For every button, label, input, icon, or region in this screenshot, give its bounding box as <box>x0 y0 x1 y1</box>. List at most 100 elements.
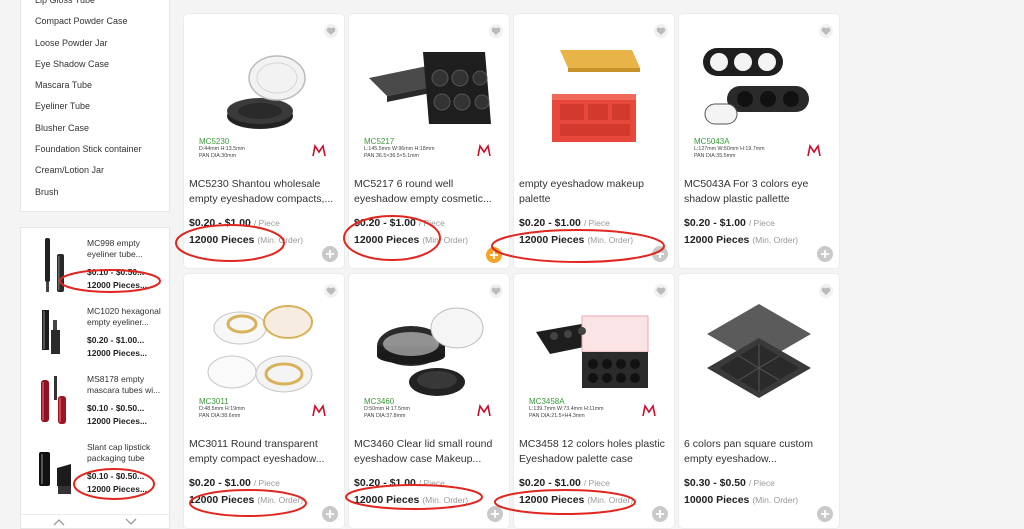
related-products-pager <box>21 514 169 528</box>
heart-icon[interactable] <box>489 24 503 38</box>
product-spec-line: PAN 36.5×36.5×5.1mm <box>364 153 419 159</box>
related-product-item[interactable]: MC1020 hexagonal empty eyeliner... $0.20… <box>21 300 169 366</box>
product-card[interactable]: MC5043A L:127mm W:50mm H:19.7mm PAN DIA:… <box>679 14 839 268</box>
product-price: $0.30 - $0.50 / Piece <box>684 477 775 489</box>
plus-icon[interactable] <box>652 246 668 262</box>
product-spec-line: PAN DIA:35.5mm <box>694 153 736 159</box>
chevron-down-icon[interactable] <box>125 518 137 526</box>
red-eyeshadow-palette-image <box>552 50 640 142</box>
related-product-title: MS8178 empty mascara tubes wi... <box>87 374 161 395</box>
product-price: $0.20 - $1.00 / Piece <box>519 217 610 229</box>
category-item-eye-shadow-case[interactable]: Eye Shadow Case <box>21 54 169 75</box>
category-item-brush[interactable]: Brush <box>21 182 169 203</box>
related-product-title: MC1020 hexagonal empty eyeliner... <box>87 306 161 327</box>
product-model-label: MC3011 <box>199 397 229 406</box>
product-spec-line: PAN DIA:38.6mm <box>199 413 241 419</box>
product-min-order: 12000 Pieces (Min. Order) <box>519 234 634 246</box>
plus-icon[interactable] <box>487 506 503 522</box>
product-spec-line: D:44mm H:13.5mm <box>199 146 245 152</box>
plus-icon[interactable] <box>486 247 502 263</box>
category-item-mascara-tube[interactable]: Mascara Tube <box>21 75 169 96</box>
category-list: Lip Gloss Tube Compact Powder Case Loose… <box>20 0 170 212</box>
product-spec-line: PAN DIA:30mm <box>199 153 236 159</box>
product-card[interactable]: MC3460 D:50mm H:17.5mm PAN DIA:37.8mm MC… <box>349 274 509 528</box>
heart-icon[interactable] <box>324 24 338 38</box>
product-listing-page: Lip Gloss Tube Compact Powder Case Loose… <box>0 0 1024 529</box>
product-min-order: 12000 Pieces (Min. Order) <box>189 494 304 506</box>
plus-icon[interactable] <box>652 506 668 522</box>
chevron-up-icon[interactable] <box>53 518 65 526</box>
brand-logo <box>807 144 821 157</box>
product-title[interactable]: MC3458 12 colors holes plastic Eyeshadow… <box>519 437 671 466</box>
category-item-foundation-stick-container[interactable]: Foundation Stick container <box>21 139 169 160</box>
square-six-pan-palette-image <box>707 304 811 398</box>
product-spec-line: PAN DIA:37.8mm <box>364 413 406 419</box>
heart-icon[interactable] <box>654 284 668 298</box>
category-item-loose-powder-jar[interactable]: Loose Powder Jar <box>21 33 169 54</box>
brand-logo <box>312 144 326 157</box>
category-item-lip-gloss-tube[interactable]: Lip Gloss Tube <box>21 0 169 11</box>
plus-icon[interactable] <box>322 506 338 522</box>
product-min-order: 12000 Pieces (Min. Order) <box>354 234 469 246</box>
product-spec-line: L:145.5mm W:96mm H:18mm <box>364 146 435 152</box>
product-card[interactable]: MC5217 L:145.5mm W:96mm H:18mm PAN 36.5×… <box>349 14 509 268</box>
product-card[interactable]: 6 colors pan square custom empty eyeshad… <box>679 274 839 528</box>
product-title[interactable]: empty eyeshadow makeup palette <box>519 177 671 206</box>
product-model-label: MC5230 <box>199 137 230 146</box>
category-item-cream-lotion-jar[interactable]: Cream/Lotion Jar <box>21 160 169 181</box>
product-title[interactable]: MC5217 6 round well eyeshadow empty cosm… <box>354 177 506 206</box>
product-title[interactable]: MC5230 Shantou wholesale empty eyeshadow… <box>189 177 341 206</box>
product-price: $0.20 - $1.00 / Piece <box>519 477 610 489</box>
related-products-panel: MC998 empty eyeliner tube... $0.10 - $0.… <box>20 227 170 529</box>
product-card[interactable]: MC3458A L:139.7mm W:73.4mm H:11mm PAN DI… <box>514 274 674 528</box>
brand-logo <box>477 404 491 417</box>
plus-icon[interactable] <box>322 246 338 262</box>
product-spec-line: D:48.5mm H:19mm <box>199 406 245 412</box>
category-item-eyeliner-tube[interactable]: Eyeliner Tube <box>21 96 169 117</box>
category-item-blusher-case[interactable]: Blusher Case <box>21 118 169 139</box>
product-spec-line: L:127mm W:50mm H:19.7mm <box>694 146 765 152</box>
product-title[interactable]: 6 colors pan square custom empty eyeshad… <box>684 437 836 466</box>
product-min-order: 12000 Pieces (Min. Order) <box>519 494 634 506</box>
product-model-label: MC3460 <box>364 397 395 406</box>
product-min-order: 12000 Pieces (Min. Order) <box>354 494 469 506</box>
product-card[interactable]: MC3011 D:48.5mm H:19mm PAN DIA:38.6mm MC… <box>184 274 344 528</box>
product-card[interactable]: empty eyeshadow makeup palette $0.20 - $… <box>514 14 674 268</box>
related-product-moq: 12000 Pieces... <box>87 484 148 494</box>
product-spec-line: PAN DIA:21.5×H4.3mm <box>529 413 585 419</box>
related-product-moq: 12000 Pieces... <box>87 416 148 426</box>
product-price: $0.20 - $1.00 / Piece <box>189 217 280 229</box>
category-item-compact-powder-case[interactable]: Compact Powder Case <box>21 11 169 32</box>
product-price: $0.20 - $1.00 / Piece <box>354 477 445 489</box>
product-min-order: 10000 Pieces (Min. Order) <box>684 494 799 506</box>
product-card[interactable]: MC5230 D:44mm H:13.5mm PAN DIA:30mm MC52… <box>184 14 344 268</box>
product-title[interactable]: MC3011 Round transparent empty compact e… <box>189 437 341 466</box>
plus-icon[interactable] <box>817 246 833 262</box>
heart-icon[interactable] <box>819 284 833 298</box>
brand-logo <box>642 404 656 417</box>
product-title[interactable]: MC3460 Clear lid small round eyeshadow c… <box>354 437 506 466</box>
heart-icon[interactable] <box>489 284 503 298</box>
product-title[interactable]: MC5043A For 3 colors eye shadow plastic … <box>684 177 836 206</box>
related-product-title: Slant cap lipstick packaging tube <box>87 442 151 463</box>
product-min-order: 12000 Pieces (Min. Order) <box>684 234 799 246</box>
heart-icon[interactable] <box>654 24 668 38</box>
brand-logo <box>312 404 326 417</box>
product-model-label: MC3458A <box>529 397 565 406</box>
related-product-title: MC998 empty eyeliner tube... <box>87 238 143 259</box>
heart-icon[interactable] <box>324 284 338 298</box>
related-product-item[interactable]: MC998 empty eyeliner tube... $0.10 - $0.… <box>21 232 169 298</box>
eyeliner-tube-image <box>45 238 64 292</box>
slant-cap-lipstick-image <box>39 452 71 494</box>
product-model-label: MC5217 <box>364 137 395 146</box>
related-product-item[interactable]: Slant cap lipstick packaging tube $0.10 … <box>21 436 169 502</box>
hexagonal-eyeliner-image <box>42 310 60 354</box>
related-product-price: $0.10 - $0.50... <box>87 267 145 277</box>
heart-icon[interactable] <box>819 24 833 38</box>
related-product-moq: 12000 Pieces... <box>87 348 148 358</box>
brand-logo <box>477 144 491 157</box>
product-min-order: 12000 Pieces (Min. Order) <box>189 234 304 246</box>
related-product-price: $0.20 - $1.00... <box>87 335 145 345</box>
plus-icon[interactable] <box>817 506 833 522</box>
related-product-item[interactable]: MS8178 empty mascara tubes wi... $0.10 -… <box>21 368 169 434</box>
